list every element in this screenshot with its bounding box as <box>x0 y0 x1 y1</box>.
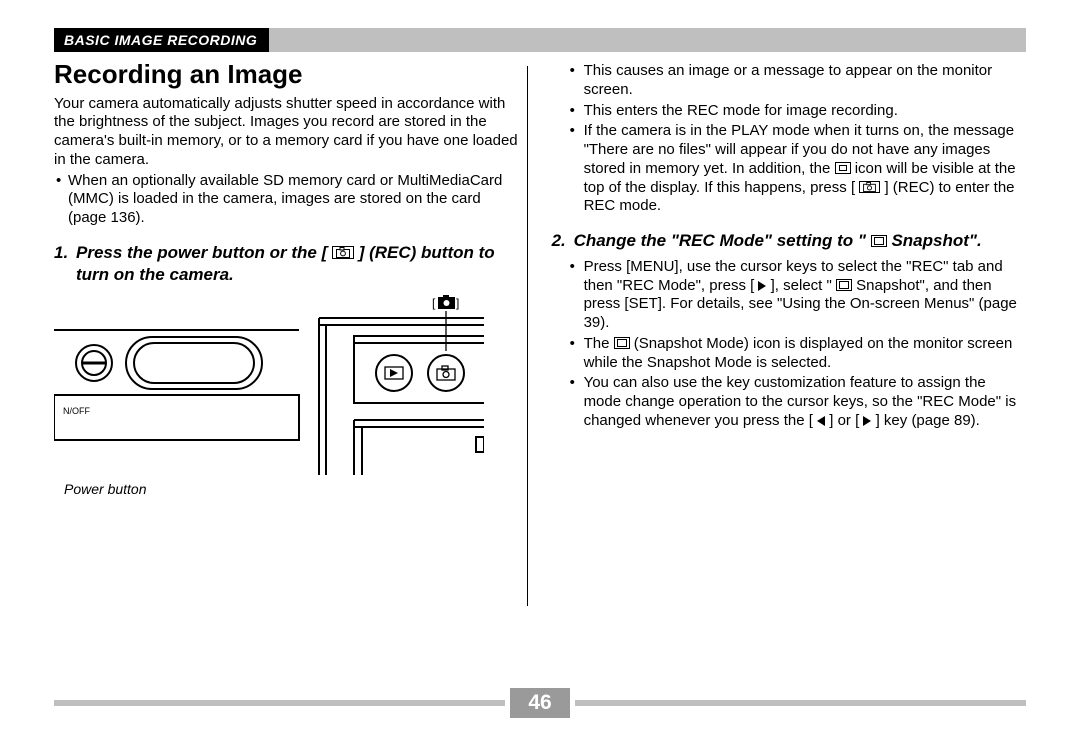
right-b5-text-b: (Snapshot Mode) icon is displayed on the… <box>584 335 1013 371</box>
right-arrow-icon <box>758 281 766 291</box>
manual-page: BASIC IMAGE RECORDING Recording an Image… <box>0 0 1080 730</box>
right-b6-text-b: ] or [ <box>829 412 859 429</box>
footer-bar-left <box>54 700 505 706</box>
camera-icon <box>332 246 354 259</box>
step-1-number: 1. <box>54 242 68 264</box>
right-arrow-icon <box>863 416 871 426</box>
footer: 46 <box>54 688 1026 718</box>
snapshot-mode-icon <box>836 279 852 291</box>
header-left: BASIC IMAGE RECORDING <box>54 28 614 52</box>
footer-bar-right <box>575 700 1026 706</box>
section-title: BASIC IMAGE RECORDING <box>54 28 269 52</box>
right-b5-text-a: The <box>584 335 614 352</box>
snapshot-mode-icon <box>871 235 887 247</box>
right-bullet-6: You can also use the key customization f… <box>552 374 1026 430</box>
right-b6-text-c: ] key (page 89). <box>876 412 980 429</box>
intro-paragraph: Your camera automatically adjusts shutte… <box>54 95 519 170</box>
svg-text:N/OFF: N/OFF <box>63 406 90 416</box>
header-bar: BASIC IMAGE RECORDING <box>54 28 1026 52</box>
header-fill-right <box>614 28 1026 52</box>
right-b4-text-b: ], select " <box>771 277 832 294</box>
step-1: 1. Press the power button or the [ ] (RE… <box>54 242 519 286</box>
right-bullet-3: If the camera is in the PLAY mode when i… <box>552 122 1026 216</box>
step-2-text-b: Snapshot". <box>891 231 981 250</box>
play-mode-icon <box>835 162 851 174</box>
step-2-number: 2. <box>552 230 566 252</box>
step-1-text-a: Press the power button or the [ <box>76 243 327 262</box>
right-bullet-1: This causes an image or a message to app… <box>552 62 1026 100</box>
left-column: Recording an Image Your camera automatic… <box>54 60 527 612</box>
page-title: Recording an Image <box>54 60 519 89</box>
snapshot-mode-icon <box>614 337 630 349</box>
diagram-caption: Power button <box>64 481 519 499</box>
right-bullet-2: This enters the REC mode for image recor… <box>552 102 1026 121</box>
svg-text:]: ] <box>456 296 459 310</box>
right-bullet-5: The (Snapshot Mode) icon is displayed on… <box>552 335 1026 373</box>
left-bullet-1: When an optionally available SD memory c… <box>54 172 519 228</box>
page-number: 46 <box>510 688 570 718</box>
step-2-text-a: Change the "REC Mode" setting to " <box>574 231 866 250</box>
content-columns: Recording an Image Your camera automatic… <box>54 60 1026 612</box>
header-fill-left <box>269 28 614 52</box>
camera-icon <box>859 181 880 193</box>
right-bullet-4: Press [MENU], use the cursor keys to sel… <box>552 258 1026 333</box>
svg-text:[: [ <box>432 296 436 310</box>
camera-diagram: N/OFF [ <box>54 295 484 475</box>
right-column: This causes an image or a message to app… <box>528 60 1026 612</box>
step-2: 2. Change the "REC Mode" setting to " Sn… <box>552 230 1026 252</box>
left-arrow-icon <box>817 416 825 426</box>
